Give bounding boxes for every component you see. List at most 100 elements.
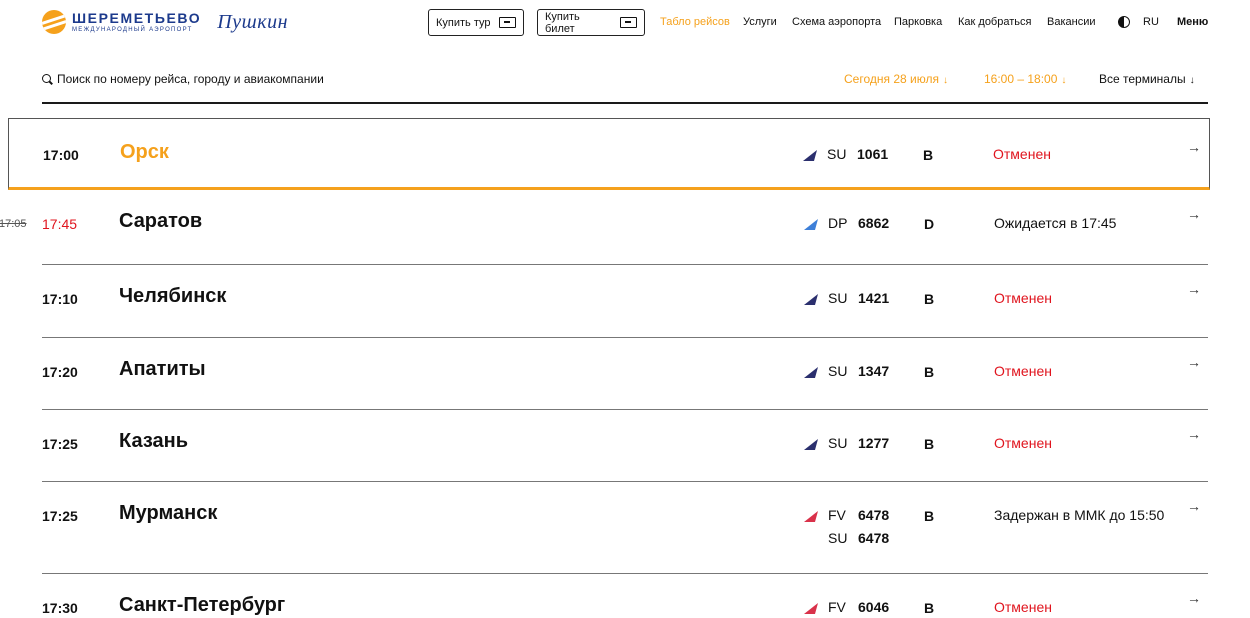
arrow-right-icon: → bbox=[1187, 590, 1201, 606]
time-filter-label: 16:00 – 18:00 bbox=[984, 72, 1058, 86]
flight-status: Задержан в ММК до 15:50 bbox=[994, 507, 1165, 523]
destination-city: Челябинск bbox=[119, 285, 227, 307]
ticket-icon bbox=[620, 17, 637, 28]
flight-number: SU 6478 bbox=[828, 527, 889, 550]
terminal: B bbox=[924, 436, 935, 452]
flight-status: Ожидается в 17:45 bbox=[994, 215, 1117, 231]
header: ШЕРЕМЕТЬЕВО МЕЖДУНАРОДНЫЙ АЭРОПОРТ Пушки… bbox=[0, 0, 1250, 46]
nav-directions[interactable]: Как добраться bbox=[958, 16, 1031, 28]
buy-ticket-button[interactable]: Купить билет bbox=[537, 9, 645, 36]
menu-button[interactable]: Меню bbox=[1177, 16, 1208, 28]
terminal: B bbox=[924, 364, 935, 380]
terminal-filter[interactable]: Все терминалы ↓ bbox=[1099, 72, 1195, 86]
flight-numbers: SU 1421 bbox=[828, 287, 889, 310]
flight-numbers: FV 6046 bbox=[828, 596, 889, 618]
departure-time: 17:20 bbox=[42, 364, 78, 380]
time-filter[interactable]: 16:00 – 18:00 ↓ bbox=[984, 72, 1066, 86]
arrow-right-icon: → bbox=[1187, 498, 1201, 514]
destination-city: Саратов bbox=[119, 210, 203, 232]
flight-number: SU 1277 bbox=[828, 432, 889, 455]
nav-parking[interactable]: Парковка bbox=[894, 16, 942, 28]
destination-city: Казань bbox=[119, 430, 188, 452]
terminal: D bbox=[924, 216, 935, 232]
flight-num: 1421 bbox=[858, 290, 890, 306]
flight-row[interactable]: 17:30 Санкт-Петербург FV 6046 B Отменен → bbox=[42, 574, 1208, 618]
old-departure-time: 17:05 bbox=[0, 218, 27, 230]
logo-subtitle: МЕЖДУНАРОДНЫЙ АЭРОПОРТ bbox=[72, 27, 193, 33]
arrow-right-icon: → bbox=[1187, 354, 1201, 370]
aeroflot-logo-icon bbox=[804, 367, 818, 378]
flight-numbers: FV 6478 SU 6478 bbox=[828, 504, 889, 550]
sheremetyevo-logo-icon bbox=[42, 10, 66, 34]
rossiya-logo-icon bbox=[804, 219, 818, 230]
terminal: B bbox=[924, 508, 935, 524]
nav-vacancies[interactable]: Вакансии bbox=[1047, 16, 1096, 28]
arrow-down-icon: ↓ bbox=[1061, 75, 1067, 86]
sheremetyevo-logo[interactable]: ШЕРЕМЕТЬЕВО МЕЖДУНАРОДНЫЙ АЭРОПОРТ Пушки… bbox=[42, 10, 288, 34]
airline-code: SU bbox=[828, 530, 848, 546]
flight-number: SU 1347 bbox=[828, 360, 889, 383]
flight-num: 6862 bbox=[858, 215, 890, 231]
terminal: B bbox=[923, 147, 934, 163]
flight-num: 1277 bbox=[858, 435, 890, 451]
flight-numbers: DP 6862 bbox=[828, 212, 889, 235]
pushkin-logo: Пушкин bbox=[217, 10, 288, 33]
flight-numbers: SU 1061 bbox=[827, 143, 888, 166]
contrast-icon[interactable] bbox=[1118, 16, 1130, 28]
rossiya-red-logo-icon bbox=[804, 603, 818, 614]
terminal-filter-label: Все терминалы bbox=[1099, 72, 1186, 86]
departure-time: 17:00 bbox=[43, 147, 79, 163]
arrow-right-icon: → bbox=[1187, 139, 1201, 155]
flight-number: DP 6862 bbox=[828, 212, 889, 235]
flight-row[interactable]: 17:25 Казань SU 1277 B Отменен → bbox=[42, 410, 1208, 482]
flight-row[interactable]: 17:00 Орск SU 1061 B Отменен → bbox=[8, 118, 1210, 190]
language-switch[interactable]: RU bbox=[1143, 16, 1159, 28]
nav-flight-board[interactable]: Табло рейсов bbox=[660, 16, 730, 28]
aeroflot-logo-icon bbox=[804, 439, 818, 450]
nav-airport-map[interactable]: Схема аэропорта bbox=[792, 16, 881, 28]
departure-time: 17:10 bbox=[42, 291, 78, 307]
date-filter[interactable]: Сегодня 28 июля ↓ bbox=[844, 72, 948, 86]
flight-number: FV 6478 bbox=[828, 504, 889, 527]
airline-code: FV bbox=[828, 599, 846, 615]
destination-city: Мурманск bbox=[119, 502, 218, 524]
flight-num: 6478 bbox=[858, 507, 890, 523]
destination-city: Санкт-Петербург bbox=[119, 594, 286, 616]
date-filter-label: Сегодня 28 июля bbox=[844, 72, 939, 86]
terminal: B bbox=[924, 291, 935, 307]
flight-status: Отменен bbox=[993, 146, 1051, 162]
flight-number: SU 1421 bbox=[828, 287, 889, 310]
airline-code: SU bbox=[828, 290, 848, 306]
flight-status: Отменен bbox=[994, 435, 1052, 451]
airline-code: FV bbox=[828, 507, 846, 523]
flight-row[interactable]: 17:20 Апатиты SU 1347 B Отменен → bbox=[42, 338, 1208, 410]
flight-row[interactable]: 17:25 Мурманск FV 6478 SU 6478 B Задержан в ММК… bbox=[42, 482, 1208, 574]
destination-city: Апатиты bbox=[119, 358, 206, 380]
flight-row[interactable]: 17:10 Челябинск SU 1421 B Отменен → bbox=[42, 265, 1208, 338]
flight-status: Отменен bbox=[994, 363, 1052, 379]
airline-code: SU bbox=[827, 146, 847, 162]
logo-name: ШЕРЕМЕТЬЕВО bbox=[72, 10, 202, 26]
ticket-icon bbox=[498, 17, 516, 28]
flight-number: FV 6046 bbox=[828, 596, 889, 618]
flight-num: 6046 bbox=[858, 599, 890, 615]
arrow-down-icon: ↓ bbox=[1189, 75, 1195, 86]
departure-time: 17:30 bbox=[42, 600, 78, 616]
search-input[interactable] bbox=[57, 68, 617, 90]
destination-city: Орск bbox=[120, 141, 169, 163]
nav-services[interactable]: Услуги bbox=[743, 16, 777, 28]
departure-time: 17:25 bbox=[42, 436, 78, 452]
departure-time: 17:25 bbox=[42, 508, 78, 524]
arrow-right-icon: → bbox=[1187, 281, 1201, 297]
departure-time: 17:45 bbox=[42, 216, 78, 232]
search-icon bbox=[42, 74, 51, 83]
arrow-right-icon: → bbox=[1187, 426, 1201, 442]
search-bar: Сегодня 28 июля↓ 16:00 – 18:00↓ Все терм… bbox=[42, 62, 1208, 104]
flight-num: 6478 bbox=[858, 530, 890, 546]
flight-num: 1347 bbox=[858, 363, 890, 379]
flight-status: Отменен bbox=[994, 599, 1052, 615]
buy-tour-button[interactable]: Купить тур bbox=[428, 9, 524, 36]
flight-number: SU 1061 bbox=[827, 143, 888, 166]
flight-row[interactable]: 17:05 17:45 Саратов DP 6862 D Ожидается в 17:4… bbox=[0, 190, 1208, 265]
arrow-right-icon: → bbox=[1187, 206, 1201, 222]
